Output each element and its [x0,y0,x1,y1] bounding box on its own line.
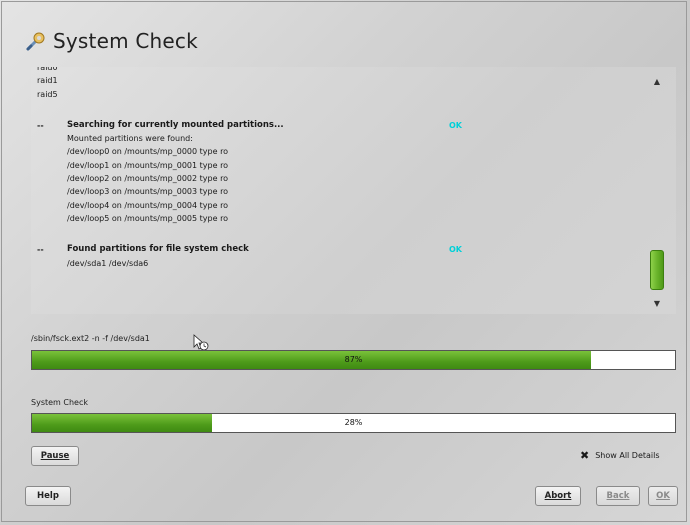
status-ok: OK [449,120,462,130]
command-progress-bar: 87% [31,350,676,370]
page-title: System Check [53,29,198,53]
checkbox-checked-icon[interactable]: ✖ [580,449,589,462]
abort-button[interactable]: Abort [535,486,581,506]
show-all-details-label: Show All Details [595,451,660,460]
header: System Check [25,26,198,56]
scroll-down-arrow-icon[interactable]: ▼ [654,299,660,308]
help-button[interactable]: Help [25,486,71,506]
log-line: /dev/loop0 on /mounts/mp_0000 type ro [67,147,229,157]
section-title: Searching for currently mounted partitio… [67,119,284,130]
log-line: /dev/sda1 /dev/sda6 [67,258,149,268]
back-button-label: Back [606,491,630,501]
scroll-up-arrow-icon[interactable]: ▲ [654,77,660,86]
log-line: Mounted partitions were found: [67,134,193,144]
progress-percent: 28% [344,418,363,427]
pause-button[interactable]: Pause [31,446,79,466]
abort-button-label: Abort [544,491,572,501]
ok-button[interactable]: OK [648,486,678,506]
log-line: raid1 [37,76,58,86]
section-title: Found partitions for file system check [67,244,249,255]
progress-percent: 87% [344,355,363,364]
log-line: /dev/loop4 on /mounts/mp_0004 type ro [67,200,229,210]
log-line: /dev/loop1 on /mounts/mp_0001 type ro [67,160,229,170]
show-all-details-checkbox[interactable]: ✖ Show All Details [580,449,660,462]
log-content: raid0 raid1 raid5 -- Searching for curre… [37,67,636,270]
help-button-label: Help [37,491,59,501]
log-line: raid0 [37,67,58,72]
back-button[interactable]: Back [596,486,640,506]
scrollbar-thumb[interactable] [650,250,664,290]
log-line: /dev/loop2 on /mounts/mp_0002 type ro [67,174,229,184]
log-line: /dev/loop3 on /mounts/mp_0003 type ro [67,187,229,197]
status-ok: OK [449,245,462,255]
wrench-icon [26,32,45,51]
current-command-label: /sbin/fsck.ext2 -n -f /dev/sda1 [31,334,150,343]
section-bullet: -- [37,120,44,130]
log-line: raid5 [37,89,58,99]
pause-button-label: Pause [40,451,70,461]
log-section-heading: -- Searching for currently mounted parti… [37,119,636,132]
log-view[interactable]: raid0 raid1 raid5 -- Searching for curre… [31,67,676,314]
section-bullet: -- [37,245,44,255]
ok-button-label: OK [656,491,670,501]
log-section-heading: -- Found partitions for file system chec… [37,243,636,256]
overall-progress-bar: 28% [31,413,676,433]
log-line: /dev/loop5 on /mounts/mp_0005 type ro [67,213,229,223]
overall-progress-label: System Check [31,398,88,407]
